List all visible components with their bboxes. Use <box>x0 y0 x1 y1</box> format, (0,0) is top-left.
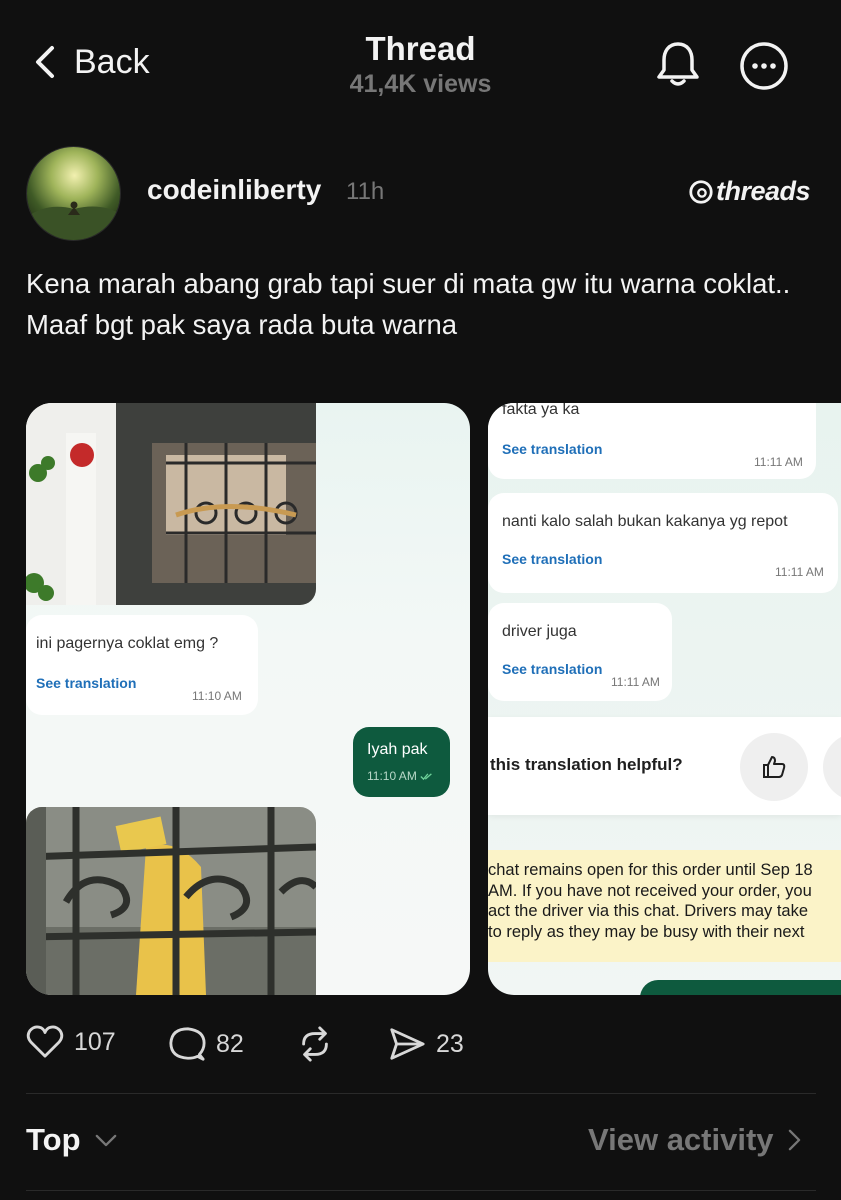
see-translation-link[interactable]: See translation <box>502 551 602 567</box>
avatar[interactable] <box>26 146 121 241</box>
message-text: nanti kalo salah bukan kakanya yg repot <box>502 513 788 530</box>
post-text-line: Kena marah abang grab tapi suer di mata … <box>26 268 791 299</box>
message-text: driver juga <box>502 623 577 640</box>
attached-image-1[interactable]: ini pagernya coklat emg ? See translatio… <box>26 403 470 995</box>
notice-line: chat remains open for this order until S… <box>488 861 813 879</box>
section-divider <box>26 1093 816 1094</box>
bell-icon <box>657 42 699 86</box>
send-icon <box>390 1028 425 1060</box>
top-bar: Back Thread 41,4K views <box>0 0 841 130</box>
post-body: Kena marah abang grab tapi suer di mata … <box>26 263 816 345</box>
repost-button[interactable] <box>296 1025 334 1063</box>
see-translation-link[interactable]: See translation <box>502 661 602 677</box>
section-divider <box>26 1190 816 1191</box>
share-button[interactable]: 23 <box>388 1025 464 1063</box>
share-count: 23 <box>436 1029 464 1058</box>
chevron-right-icon <box>788 1129 800 1151</box>
message-time-label: 11:10 AM <box>367 769 417 783</box>
chevron-down-icon <box>95 1134 116 1146</box>
notifications-button[interactable] <box>652 38 704 90</box>
chat-notice: chat remains open for this order until S… <box>488 850 841 962</box>
view-count: 41,4K views <box>349 70 492 98</box>
gate-photo-image <box>26 403 316 605</box>
title-block: Thread 41,4K views <box>0 30 841 100</box>
chat-bubble-received: driver juga See translation 11:11 AM <box>488 603 672 701</box>
threads-logo: threads <box>688 176 811 207</box>
notice-line: AM. If you have not received your order,… <box>488 881 812 900</box>
more-options-button[interactable] <box>738 40 790 92</box>
message-text: fakta ya ka <box>502 403 580 418</box>
message-text: Iyah pak <box>367 741 428 758</box>
heart-icon <box>26 1025 64 1058</box>
view-activity-label: View activity <box>588 1122 774 1157</box>
helpful-question: this translation helpful? <box>490 755 683 774</box>
message-text: ini pagernya coklat emg ? <box>36 635 219 652</box>
thumbs-down-button[interactable] <box>823 733 841 801</box>
avatar-image <box>27 147 120 240</box>
repost-icon <box>302 1026 328 1062</box>
see-translation-link[interactable]: See translation <box>36 675 136 691</box>
fence-photo-image <box>26 807 316 995</box>
view-activity-link[interactable]: View activity <box>588 1122 801 1158</box>
post-actions: 107 82 23 <box>26 1025 826 1067</box>
chat-bubble-sent: Iyah pak 11:10 AM <box>353 727 450 797</box>
translation-feedback-panel: this translation helpful? <box>488 717 841 815</box>
double-check-icon <box>420 772 432 780</box>
chat-bubble-received: fakta ya ka See translation 11:11 AM <box>488 403 816 479</box>
more-icon <box>740 42 788 90</box>
thumbs-up-icon <box>763 756 786 778</box>
threads-logo-icon <box>689 179 713 204</box>
thumbs-up-button[interactable] <box>740 733 808 801</box>
chat-action-bar <box>640 980 841 995</box>
post-time: 11h <box>346 178 385 205</box>
message-time: 11:11 AM <box>775 565 824 579</box>
chat-bubble-received: nanti kalo salah bukan kakanya yg repot … <box>488 493 838 593</box>
like-count: 107 <box>74 1027 116 1056</box>
like-button[interactable]: 107 <box>26 1025 116 1059</box>
message-time: 11:11 AM <box>754 455 803 469</box>
username[interactable]: codeinliberty <box>147 174 321 206</box>
sort-label: Top <box>26 1122 81 1157</box>
comment-icon <box>169 1027 206 1061</box>
message-time: 11:10 AM <box>367 769 434 783</box>
page-title: Thread <box>365 30 476 67</box>
threads-logo-label: threads <box>716 176 811 206</box>
reply-count: 82 <box>216 1029 244 1058</box>
sort-dropdown[interactable]: Top <box>26 1122 117 1158</box>
fence-photo <box>26 807 316 995</box>
message-time: 11:11 AM <box>611 675 660 689</box>
gate-photo <box>26 403 316 605</box>
notice-line: to reply as they may be busy with their … <box>488 922 805 941</box>
see-translation-link[interactable]: See translation <box>502 441 602 457</box>
attached-image-2[interactable]: fakta ya ka See translation 11:11 AM nan… <box>488 403 841 995</box>
post-text-line: Maaf bgt pak saya rada buta warna <box>26 309 458 340</box>
notice-line: act the driver via this chat. Drivers ma… <box>488 902 809 920</box>
chat-bubble-received: ini pagernya coklat emg ? See translatio… <box>26 615 258 715</box>
reply-button[interactable]: 82 <box>168 1025 244 1063</box>
message-time: 11:10 AM <box>192 689 242 703</box>
